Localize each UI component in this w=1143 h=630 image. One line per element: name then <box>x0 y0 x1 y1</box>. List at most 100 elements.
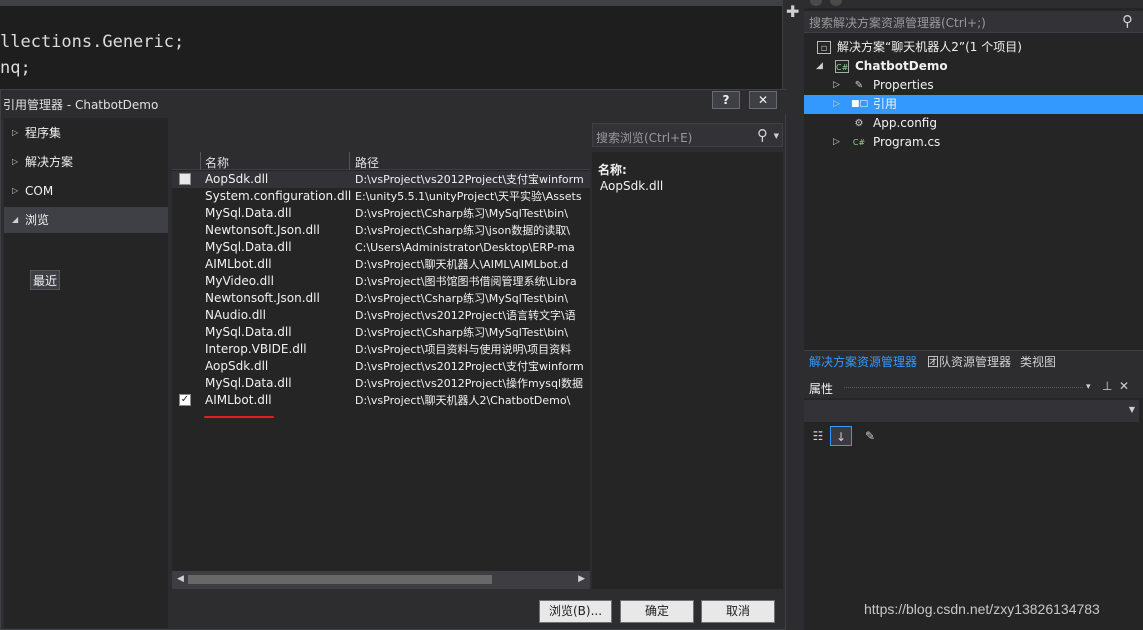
reference-row[interactable]: AopSdk.dll D:\vsProject\vs2012Project\支付宝… <box>172 171 590 188</box>
reference-name: AIMLbot.dll <box>205 257 272 271</box>
dialog-title-bar: 引用管理器 - ChatbotDemo ? ✕ <box>1 90 787 114</box>
column-header-path[interactable]: 路径 <box>355 154 379 171</box>
column-separator[interactable] <box>200 152 201 170</box>
search-icon[interactable]: ⚲ <box>757 126 768 144</box>
expanded-arrow-icon: ◢ <box>12 215 19 224</box>
cancel-button[interactable]: 取消 <box>701 600 775 623</box>
search-icon[interactable]: ⚲ <box>1122 12 1133 30</box>
reference-row[interactable]: ✓ AIMLbot.dll D:\vsProject\聊天机器人2\ChatbotD… <box>172 392 590 409</box>
solution-search-input[interactable]: 搜索解决方案资源管理器(Ctrl+;) ⚲ <box>804 11 1143 33</box>
reference-name: AopSdk.dll <box>205 172 269 186</box>
properties-toolbar: ☷ ↓ ✎ <box>804 424 1143 448</box>
chevron-down-icon[interactable]: ▼ <box>774 132 779 140</box>
config-file-icon: ⚙ <box>854 118 864 129</box>
tree-item-references[interactable]: ▷ ■□ 引用 <box>804 95 1143 114</box>
solution-explorer-tabs: 解决方案资源管理器 团队资源管理器 类视图 <box>804 350 1143 370</box>
reference-row[interactable]: MySql.Data.dll D:\vsProject\Csharp练习\MySq… <box>172 205 590 222</box>
reference-path: D:\vsProject\Csharp练习\json数据的读取\ <box>355 224 570 237</box>
tree-item-project[interactable]: ◢ C# ChatbotDemo <box>804 57 1143 76</box>
properties-title: 属性 <box>809 382 834 396</box>
tab-class-view[interactable]: 类视图 <box>1020 353 1056 370</box>
solution-explorer-panel: 搜索解决方案资源管理器(Ctrl+;) ⚲ ▫ 解决方案“聊天机器人2”(1 个… <box>804 0 1143 350</box>
reference-row[interactable]: System.configuration.dll E:\unity5.5.1\un… <box>172 188 590 205</box>
browse-search-input[interactable]: 搜索浏览(Ctrl+E) ⚲ ▼ <box>592 123 783 147</box>
reference-path: D:\vsProject\聊天机器人2\ChatbotDemo\ <box>355 394 571 407</box>
column-separator[interactable] <box>349 152 350 170</box>
ok-button[interactable]: 确定 <box>620 600 694 623</box>
csharp-project-icon: C# <box>835 60 849 73</box>
tree-item-solution[interactable]: ▫ 解决方案“聊天机器人2”(1 个项目) <box>804 38 1143 57</box>
tree-item-label: Properties <box>873 78 934 92</box>
references-icon: ■□ <box>851 99 869 109</box>
reference-name: MySql.Data.dll <box>205 325 292 339</box>
pin-icon[interactable]: ⊥ <box>1102 379 1112 393</box>
chevron-down-icon[interactable]: ▼ <box>1129 405 1135 414</box>
reference-manager-dialog: 引用管理器 - ChatbotDemo ? ✕ ▷ 程序集 ▷ 解决方案 ▷ C… <box>0 89 787 630</box>
wrench-icon: ✎ <box>854 80 864 91</box>
reference-name: NAudio.dll <box>205 308 266 322</box>
nav-item-com[interactable]: ▷ COM <box>4 178 168 204</box>
reference-row[interactable]: Newtonsoft.Json.dll D:\vsProject\Csharp练习… <box>172 222 590 239</box>
scrollbar-thumb[interactable] <box>188 575 492 584</box>
help-button[interactable]: ? <box>712 91 740 109</box>
collapsed-arrow-icon[interactable]: ▷ <box>833 95 840 114</box>
tree-item-properties[interactable]: ▷ ✎ Properties <box>804 76 1143 95</box>
horizontal-scrollbar[interactable]: ◀ ▶ <box>172 571 590 589</box>
back-icon[interactable] <box>810 0 822 6</box>
reference-checkbox[interactable]: ✓ <box>179 394 191 406</box>
reference-row[interactable]: MyVideo.dll D:\vsProject\图书馆图书借阅管理系统\Libr… <box>172 273 590 290</box>
reference-row[interactable]: MySql.Data.dll C:\Users\Administrator\Des… <box>172 239 590 256</box>
scroll-left-icon[interactable]: ◀ <box>177 574 184 584</box>
nav-item-label: 解决方案 <box>25 155 74 169</box>
tree-item-label: 解决方案“聊天机器人2”(1 个项目) <box>837 40 1022 54</box>
reference-path: E:\unity5.5.1\unityProject\天平实验\Assets <box>355 190 582 203</box>
split-plus-icon[interactable]: ✚ <box>786 2 799 21</box>
reference-row[interactable]: AIMLbot.dll D:\vsProject\聊天机器人\AIML\AIMLb… <box>172 256 590 273</box>
collapsed-arrow-icon[interactable]: ▷ <box>833 76 840 95</box>
watermark: https://blog.csdn.net/zxy13826134783 <box>864 601 1100 617</box>
properties-object-selector[interactable]: ▼ <box>804 400 1139 422</box>
nav-item-assemblies[interactable]: ▷ 程序集 <box>4 120 168 146</box>
nav-item-solution[interactable]: ▷ 解决方案 <box>4 149 168 175</box>
reference-row[interactable]: MySql.Data.dll D:\vsProject\vs2012Project… <box>172 375 590 392</box>
tab-team-explorer[interactable]: 团队资源管理器 <box>927 353 1011 370</box>
property-pages-icon[interactable]: ✎ <box>859 426 881 446</box>
reference-name: Newtonsoft.Json.dll <box>205 223 320 237</box>
tree-item-label: App.config <box>873 116 937 130</box>
nav-item-recent[interactable]: 最近 <box>30 270 60 290</box>
properties-header: 属性 ▾ ⊥ ✕ <box>804 376 1143 398</box>
tree-item-program-cs[interactable]: ▷ C# Program.cs <box>804 133 1143 152</box>
code-line: llections.Generic; <box>0 32 185 52</box>
close-button[interactable]: ✕ <box>749 91 777 109</box>
dropdown-icon[interactable]: ▾ <box>1086 382 1091 392</box>
expanded-arrow-icon[interactable]: ◢ <box>816 57 823 76</box>
reference-path: C:\Users\Administrator\Desktop\ERP-ma <box>355 241 575 254</box>
tree-item-label: 引用 <box>873 97 898 111</box>
scroll-right-icon[interactable]: ▶ <box>578 574 585 584</box>
code-line: nq; <box>0 58 31 78</box>
column-header-name[interactable]: 名称 <box>205 154 229 171</box>
alphabetical-icon[interactable]: ↓ <box>830 426 852 446</box>
nav-item-label: COM <box>25 184 54 198</box>
reference-checkbox[interactable] <box>179 173 191 185</box>
search-placeholder: 搜索解决方案资源管理器(Ctrl+;) <box>809 16 986 30</box>
collapsed-arrow-icon: ▷ <box>12 128 19 137</box>
forward-icon[interactable] <box>830 0 842 6</box>
reference-row[interactable]: Newtonsoft.Json.dll D:\vsProject\Csharp练习… <box>172 290 590 307</box>
reference-name: MySql.Data.dll <box>205 376 292 390</box>
tree-item-app-config[interactable]: ⚙ App.config <box>804 114 1143 133</box>
csharp-file-icon: C# <box>852 138 866 147</box>
reference-row[interactable]: MySql.Data.dll D:\vsProject\Csharp练习\MySq… <box>172 324 590 341</box>
solution-icon: ▫ <box>817 41 831 54</box>
tab-solution-explorer[interactable]: 解决方案资源管理器 <box>809 353 917 370</box>
reference-row[interactable]: AopSdk.dll D:\vsProject\vs2012Project\支付宝… <box>172 358 590 375</box>
browse-button[interactable]: 浏览(B)... <box>539 600 612 623</box>
header-grip <box>844 387 1083 388</box>
reference-row[interactable]: Interop.VBIDE.dll D:\vsProject\项目资料与使用说明\… <box>172 341 590 358</box>
nav-item-label: 浏览 <box>25 213 50 227</box>
categorized-icon[interactable]: ☷ <box>807 426 829 446</box>
collapsed-arrow-icon[interactable]: ▷ <box>833 133 840 152</box>
reference-row[interactable]: NAudio.dll D:\vsProject\vs2012Project\语言转… <box>172 307 590 324</box>
nav-item-browse[interactable]: ◢ 浏览 <box>4 207 168 233</box>
close-icon[interactable]: ✕ <box>1119 379 1129 393</box>
